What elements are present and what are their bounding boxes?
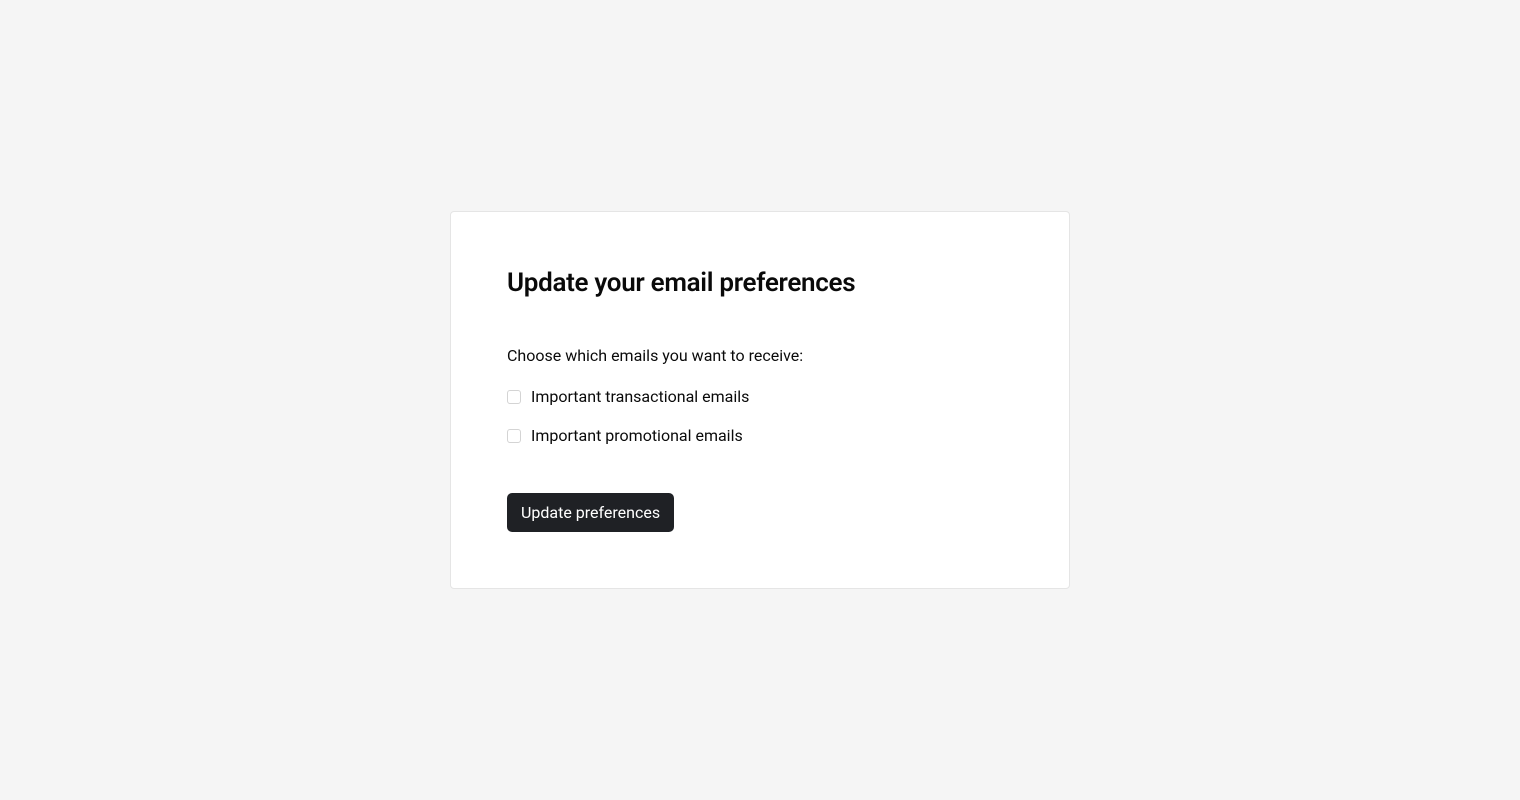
checkbox-promotional[interactable] xyxy=(507,429,521,443)
checkbox-label-transactional[interactable]: Important transactional emails xyxy=(531,387,749,406)
preferences-card: Update your email preferences Choose whi… xyxy=(450,211,1070,589)
checkbox-label-promotional[interactable]: Important promotional emails xyxy=(531,426,743,445)
update-preferences-button[interactable]: Update preferences xyxy=(507,493,674,532)
checkbox-row-promotional: Important promotional emails xyxy=(507,426,1013,445)
preferences-subtitle: Choose which emails you want to receive: xyxy=(507,346,1013,365)
checkbox-row-transactional: Important transactional emails xyxy=(507,387,1013,406)
checkbox-transactional[interactable] xyxy=(507,390,521,404)
page-title: Update your email preferences xyxy=(507,268,1013,298)
checkbox-group: Important transactional emails Important… xyxy=(507,387,1013,445)
